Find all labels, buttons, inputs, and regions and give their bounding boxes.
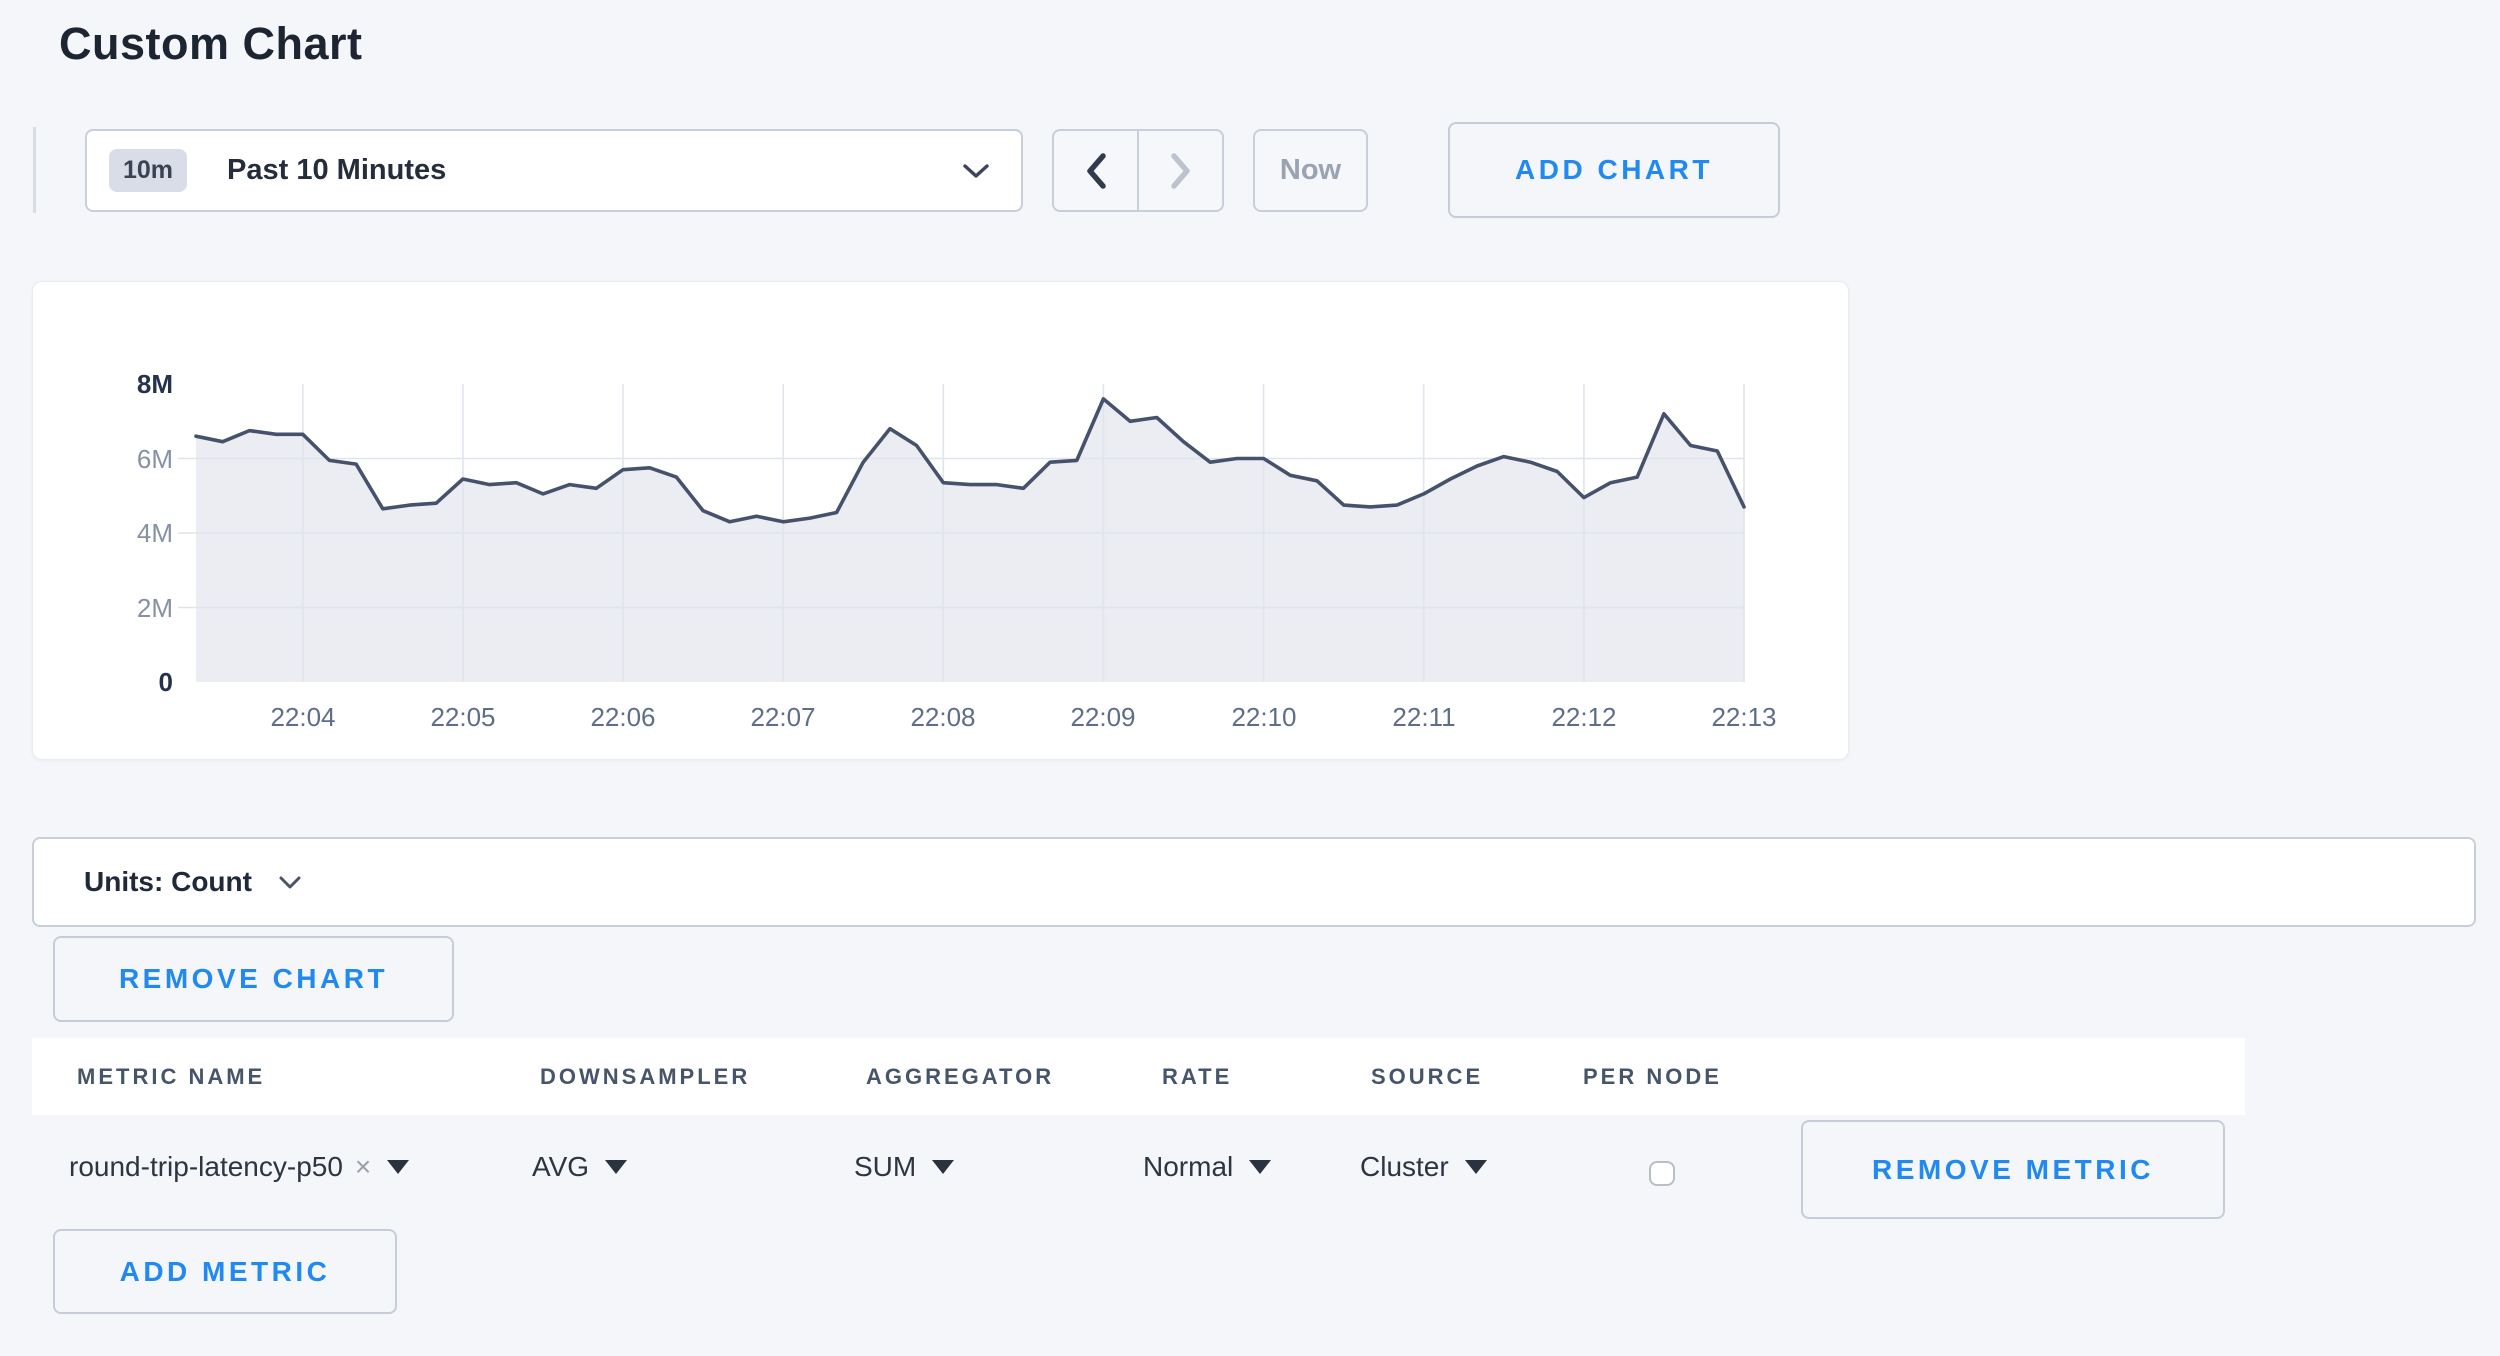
x-tick-label: 22:04 [243,702,363,733]
col-aggregator: AGGREGATOR [866,1038,1054,1115]
per-node-checkbox[interactable] [1649,1161,1675,1186]
page-title: Custom Chart [59,18,363,70]
y-tick-label: 8M [103,369,173,399]
timeseries-chart [196,384,1744,682]
remove-metric-button[interactable]: REMOVE METRIC [1801,1120,2225,1219]
chevron-left-icon [1083,151,1109,191]
caret-down-icon [1465,1160,1487,1174]
x-tick-label: 22:07 [723,702,843,733]
col-downsampler: DOWNSAMPLER [540,1038,750,1115]
x-tick-label: 22:09 [1043,702,1163,733]
remove-tag-icon[interactable]: × [355,1151,371,1183]
chevron-down-icon [961,162,991,180]
metrics-table-header: METRIC NAME DOWNSAMPLER AGGREGATOR RATE … [32,1038,2245,1115]
x-tick-label: 22:10 [1204,702,1324,733]
x-tick-label: 22:11 [1364,702,1484,733]
caret-down-icon [387,1160,409,1174]
metric-name-select[interactable]: round-trip-latency-p50 × [69,1115,409,1219]
time-pager [1052,129,1224,212]
custom-chart-page: Custom Chart 10m Past 10 Minutes Now ADD… [0,0,2500,1356]
rate-value: Normal [1143,1151,1233,1183]
metric-name-value: round-trip-latency-p50 [69,1151,343,1183]
time-range-badge: 10m [109,149,187,192]
y-tick-label: 2M [103,593,173,623]
time-range-label: Past 10 Minutes [227,154,446,187]
add-chart-button[interactable]: ADD CHART [1448,122,1780,218]
chevron-right-icon [1168,151,1194,191]
source-value: Cluster [1360,1151,1449,1183]
add-metric-button[interactable]: ADD METRIC [53,1229,397,1314]
downsampler-select[interactable]: AVG [532,1115,627,1219]
toolbar-divider [33,127,36,213]
time-range-dropdown[interactable]: 10m Past 10 Minutes [85,129,1023,212]
caret-down-icon [932,1160,954,1174]
downsampler-value: AVG [532,1151,589,1183]
time-prev-button[interactable] [1054,131,1137,210]
caret-down-icon [1249,1160,1271,1174]
now-button[interactable]: Now [1253,129,1368,212]
aggregator-value: SUM [854,1151,916,1183]
x-tick-label: 22:13 [1684,702,1804,733]
x-tick-label: 22:06 [563,702,683,733]
y-tick-label: 6M [103,444,173,474]
col-rate: RATE [1162,1038,1232,1115]
x-tick-label: 22:12 [1524,702,1644,733]
time-next-button[interactable] [1137,131,1222,210]
col-source: SOURCE [1371,1038,1483,1115]
units-dropdown[interactable]: Units: Count [32,837,2476,927]
chevron-down-icon [278,875,302,890]
remove-chart-button[interactable]: REMOVE CHART [53,936,454,1022]
caret-down-icon [605,1160,627,1174]
source-select[interactable]: Cluster [1360,1115,1487,1219]
y-tick-label: 0 [103,667,173,697]
x-tick-label: 22:08 [883,702,1003,733]
units-label: Units: Count [84,866,252,898]
rate-select[interactable]: Normal [1143,1115,1271,1219]
aggregator-select[interactable]: SUM [854,1115,954,1219]
chart-card: 0 2M 4M 6M 8M 22:04 22:05 22:06 22:07 22:08 22:09… [32,281,1849,760]
y-tick-label: 4M [103,518,173,548]
col-metric-name: METRIC NAME [77,1038,265,1115]
col-per-node: PER NODE [1583,1038,1722,1115]
x-tick-label: 22:05 [403,702,523,733]
